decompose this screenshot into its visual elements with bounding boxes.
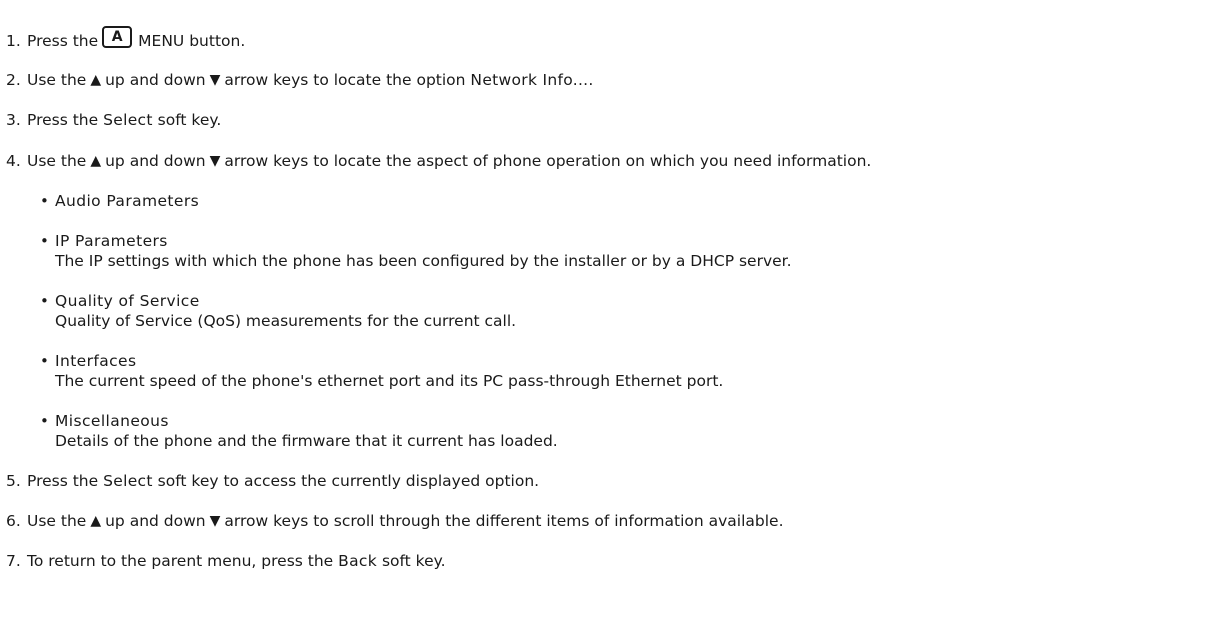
step-text-mid: up and down — [105, 512, 206, 530]
bullet-icon: • — [40, 232, 49, 250]
menu-key-label: A — [111, 29, 123, 45]
option-title: Interfaces — [55, 352, 137, 370]
step-text-pre: Use the — [27, 512, 87, 530]
option-description: Quality of Service (QoS) measurements fo… — [55, 312, 517, 330]
up-arrow-icon: ▲ — [90, 153, 102, 169]
bullet-icon: • — [40, 192, 49, 210]
step-number: 5. — [6, 472, 21, 490]
step-7: 7. To return to the parent menu, press t… — [6, 551, 446, 571]
step-4: 4. Use the ▲ up and down ▼ arrow keys to… — [6, 151, 871, 171]
step-text-post: arrow keys to scroll through the differe… — [224, 512, 784, 530]
list-item: • Quality of Service Quality of Service … — [40, 291, 517, 331]
option-title: Miscellaneous — [55, 412, 169, 430]
step-text-pre: Press the — [27, 472, 99, 490]
step-number: 2. — [6, 71, 21, 89]
bullet-icon: • — [40, 292, 49, 310]
step-number: 7. — [6, 552, 21, 570]
step-5: 5. Press the Select soft key to access t… — [6, 471, 539, 491]
down-arrow-icon: ▼ — [209, 153, 221, 169]
step-text-pre: Use the — [27, 152, 87, 170]
step-text-pre: Press the — [27, 111, 99, 129]
step-text-mid: up and down — [105, 71, 206, 89]
up-arrow-icon: ▲ — [90, 513, 102, 529]
down-arrow-icon: ▼ — [209, 72, 221, 88]
step-text-pre: Press the — [27, 32, 99, 50]
option-description: The current speed of the phone's etherne… — [55, 372, 724, 390]
step-3: 3. Press the Select soft key. — [6, 110, 221, 130]
step-text-end: . — [588, 71, 594, 89]
list-item: • Miscellaneous Details of the phone and… — [40, 411, 558, 451]
step-text-post: arrow keys to locate the option — [224, 71, 466, 89]
step-number: 3. — [6, 111, 21, 129]
step-6: 6. Use the ▲ up and down ▼ arrow keys to… — [6, 511, 784, 531]
step-number: 1. — [6, 32, 21, 50]
list-item: • Audio Parameters — [40, 191, 200, 211]
option-description: The IP settings with which the phone has… — [55, 252, 792, 270]
step-number: 6. — [6, 512, 21, 530]
option-title: Audio Parameters — [55, 192, 200, 210]
soft-key-name: Back — [338, 552, 377, 570]
soft-key-name: Select — [103, 472, 153, 490]
step-text-mid: up and down — [105, 152, 206, 170]
bullet-icon: • — [40, 352, 49, 370]
option-title: IP Parameters — [55, 232, 168, 250]
option-title: Quality of Service — [55, 292, 200, 310]
step-text-post: soft key. — [157, 111, 222, 129]
step-text-post: arrow keys to locate the aspect of phone… — [224, 152, 872, 170]
menu-key-icon: A — [102, 26, 133, 48]
step-1: 1. Press the A MENU button. — [6, 26, 246, 52]
step-text-pre: To return to the parent menu, press the — [27, 552, 334, 570]
up-arrow-icon: ▲ — [90, 72, 102, 88]
step-text-post: soft key to access the currently display… — [157, 472, 540, 490]
step-text-pre: Use the — [27, 71, 87, 89]
step-text-post: MENU button. — [138, 32, 246, 50]
list-item: • IP Parameters The IP settings with whi… — [40, 231, 792, 271]
step-text-post: soft key. — [381, 552, 446, 570]
option-description: Details of the phone and the firmware th… — [55, 432, 558, 450]
ui-option-name: Network Info... — [470, 71, 589, 89]
down-arrow-icon: ▼ — [209, 513, 221, 529]
step-2: 2. Use the ▲ up and down ▼ arrow keys to… — [6, 70, 593, 90]
list-item: • Interfaces The current speed of the ph… — [40, 351, 724, 391]
soft-key-name: Select — [103, 111, 153, 129]
step-number: 4. — [6, 152, 21, 170]
bullet-icon: • — [40, 412, 49, 430]
